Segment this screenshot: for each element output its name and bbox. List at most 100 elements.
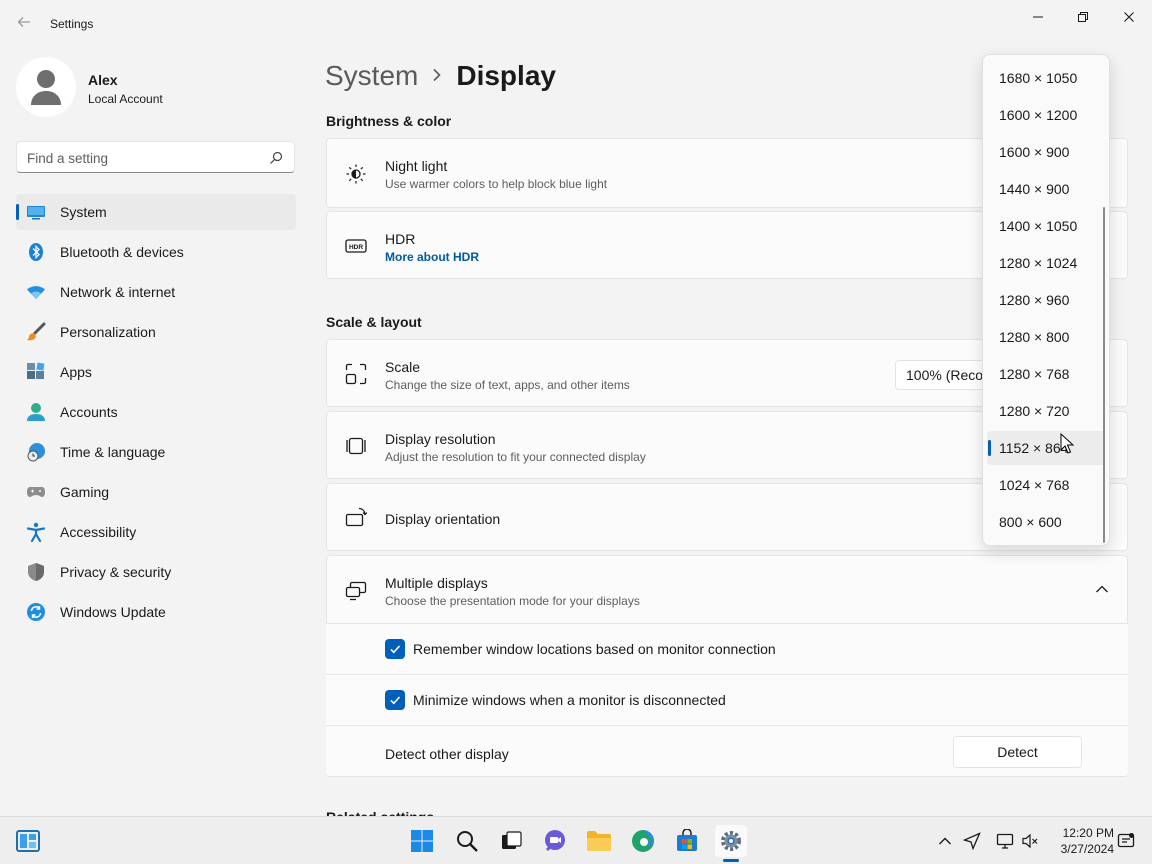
- title-bar: Settings: [0, 0, 1152, 48]
- bluetooth-icon: [29, 243, 43, 261]
- sidebar-item-personalization[interactable]: Personalization: [16, 314, 296, 350]
- wifi-icon: [27, 286, 45, 299]
- restore-button[interactable]: [1060, 4, 1106, 30]
- sidebar-item-label: Network & internet: [60, 284, 176, 300]
- remember-window-checkbox[interactable]: [385, 639, 405, 659]
- resolution-option-selected[interactable]: 1152 × 864: [987, 431, 1105, 465]
- taskbar: 12:20 PM 3/27/2024: [0, 816, 1152, 864]
- detect-button[interactable]: Detect: [953, 736, 1082, 768]
- multiple-displays-icon: [345, 581, 367, 601]
- resolution-option[interactable]: 1280 × 960: [987, 283, 1105, 317]
- orientation-icon: [345, 507, 367, 527]
- resolution-option[interactable]: 800 × 600: [987, 505, 1105, 539]
- settings-taskbar-button[interactable]: [715, 825, 747, 857]
- resolution-option[interactable]: 1600 × 1200: [987, 98, 1105, 132]
- widgets-icon: [16, 830, 40, 852]
- multiple-displays-title: Multiple displays: [385, 575, 488, 591]
- gamepad-icon: [27, 487, 45, 497]
- sidebar-item-gaming[interactable]: Gaming: [16, 474, 296, 510]
- search-box[interactable]: [16, 141, 295, 173]
- search-taskbar-button[interactable]: [451, 825, 483, 857]
- sidebar-nav: System Bluetooth & devices Network & int…: [16, 194, 296, 634]
- sidebar-item-accounts[interactable]: Accounts: [16, 394, 296, 430]
- sidebar-item-apps[interactable]: Apps: [16, 354, 296, 390]
- sidebar-item-privacy[interactable]: Privacy & security: [16, 554, 296, 590]
- shield-icon: [28, 563, 44, 581]
- resolution-option[interactable]: 1400 × 1050: [987, 209, 1105, 243]
- volume-tray-button[interactable]: [1020, 831, 1040, 851]
- resolution-option[interactable]: 1280 × 720: [987, 394, 1105, 428]
- chat-button[interactable]: [539, 825, 571, 857]
- sidebar-item-label: Time & language: [60, 444, 166, 460]
- accessibility-icon: [26, 522, 46, 542]
- dropdown-scrollbar[interactable]: [1103, 207, 1105, 543]
- resolution-option[interactable]: 1280 × 800: [987, 320, 1105, 354]
- taskbar-clock[interactable]: 12:20 PM 3/27/2024: [1050, 825, 1114, 857]
- remember-window-row: Remember window locations based on monit…: [326, 623, 1128, 674]
- close-button[interactable]: [1106, 4, 1152, 30]
- search-icon[interactable]: [268, 150, 284, 166]
- sidebar-item-label: System: [60, 204, 107, 220]
- resolution-option[interactable]: 1680 × 1050: [987, 61, 1105, 95]
- checkmark-icon: [390, 696, 401, 705]
- file-explorer-button[interactable]: [583, 825, 615, 857]
- sidebar-item-windows-update[interactable]: Windows Update: [16, 594, 296, 630]
- notification-icon: [1117, 833, 1135, 848]
- sidebar-item-system[interactable]: System: [16, 194, 296, 230]
- multiple-displays-subtitle: Choose the presentation mode for your di…: [385, 594, 640, 608]
- sidebar-item-bluetooth[interactable]: Bluetooth & devices: [16, 234, 296, 270]
- resolution-option[interactable]: 1280 × 768: [987, 357, 1105, 391]
- chevron-up-icon: [939, 837, 951, 845]
- edge-browser-icon: [632, 830, 654, 852]
- network-tray-button[interactable]: [995, 831, 1015, 851]
- resolution-icon: [346, 437, 366, 455]
- restore-icon: [1078, 12, 1088, 22]
- section-title-brightness: Brightness & color: [326, 113, 452, 129]
- task-view-icon: [502, 831, 522, 849]
- sidebar-item-label: Accounts: [60, 404, 118, 420]
- resolution-option[interactable]: 1024 × 768: [987, 468, 1105, 502]
- hdr-title: HDR: [385, 231, 416, 247]
- sidebar-item-time-language[interactable]: Time & language: [16, 434, 296, 470]
- scale-icon: [345, 363, 367, 385]
- chevron-up-icon[interactable]: [1095, 584, 1109, 594]
- user-name: Alex: [88, 72, 118, 88]
- search-input[interactable]: [27, 148, 257, 168]
- resolution-option[interactable]: 1440 × 900: [987, 172, 1105, 206]
- display-resolution-subtitle: Adjust the resolution to fit your connec…: [385, 450, 646, 464]
- start-button[interactable]: [406, 825, 438, 857]
- back-arrow-icon[interactable]: [14, 14, 34, 34]
- minimize-button[interactable]: [1015, 4, 1061, 30]
- volume-muted-icon: [1022, 833, 1038, 849]
- display-resolution-title: Display resolution: [385, 431, 496, 447]
- edge-button[interactable]: [627, 825, 659, 857]
- night-light-title: Night light: [385, 158, 448, 174]
- store-button[interactable]: [671, 825, 703, 857]
- clock-date: 3/27/2024: [1060, 842, 1114, 856]
- chat-icon: [545, 830, 565, 852]
- resolution-option[interactable]: 1280 × 1024: [987, 246, 1105, 280]
- scale-subtitle: Change the size of text, apps, and other…: [385, 378, 630, 392]
- sidebar-item-network[interactable]: Network & internet: [16, 274, 296, 310]
- page-title: Display: [456, 60, 556, 91]
- system-icon: [27, 206, 45, 220]
- user-profile[interactable]: Alex Local Account: [16, 57, 296, 119]
- minimize-icon: [1033, 16, 1043, 18]
- more-about-hdr-link[interactable]: More about HDR: [385, 250, 479, 264]
- minimize-windows-checkbox[interactable]: [385, 690, 405, 710]
- resolution-option[interactable]: 1600 × 900: [987, 135, 1105, 169]
- widgets-button[interactable]: [12, 825, 44, 857]
- apps-icon: [27, 362, 45, 379]
- brush-icon: [27, 322, 46, 341]
- mouse-cursor-icon: [1060, 433, 1074, 454]
- show-hidden-icons-button[interactable]: [935, 831, 955, 851]
- clock-time: 12:20 PM: [1062, 826, 1114, 840]
- sidebar-item-accessibility[interactable]: Accessibility: [16, 514, 296, 550]
- avatar: [16, 57, 76, 117]
- sidebar-item-label: Personalization: [60, 324, 156, 340]
- location-arrow-icon: [963, 832, 981, 850]
- breadcrumb-system[interactable]: System: [325, 60, 418, 92]
- notifications-button[interactable]: [1116, 831, 1136, 851]
- task-view-button[interactable]: [495, 825, 527, 857]
- location-tray-button[interactable]: [962, 831, 982, 851]
